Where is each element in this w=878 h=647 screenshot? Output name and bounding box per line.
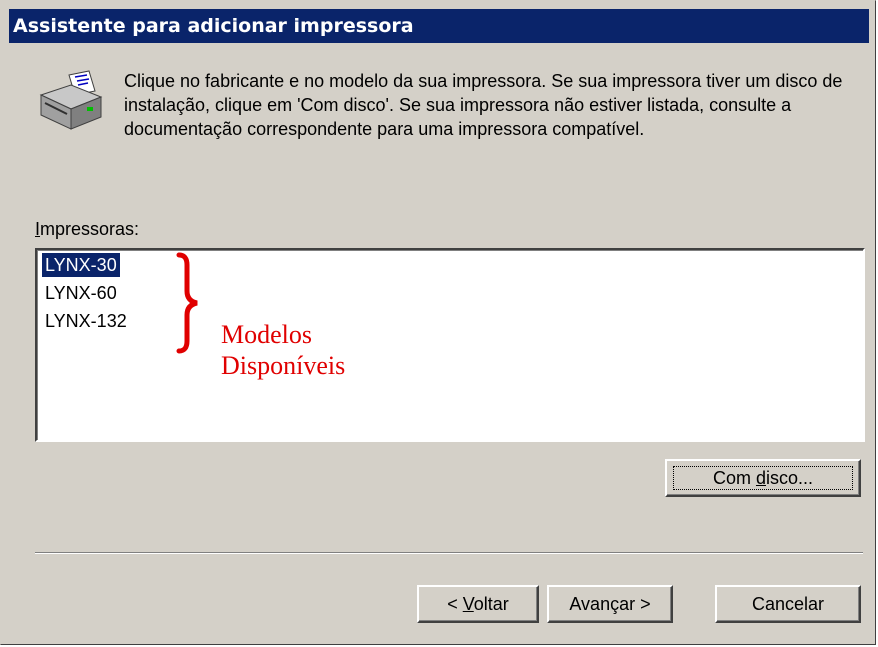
printer-icon — [31, 69, 107, 137]
back-button[interactable]: < Voltar — [417, 585, 539, 623]
next-label: Avançar > — [569, 594, 651, 614]
annotation-line-1: Modelos — [221, 320, 312, 349]
red-brace-annotation — [173, 251, 203, 355]
title-bar[interactable]: Assistente para adicionar impressora — [9, 9, 869, 43]
annotation-text: Modelos Disponíveis — [221, 319, 345, 381]
cancel-button[interactable]: Cancelar — [715, 585, 861, 623]
list-item-lynx-132[interactable]: LYNX-132 — [42, 309, 130, 333]
printers-label: Impressoras: — [35, 219, 139, 240]
annotation-line-2: Disponíveis — [221, 351, 346, 380]
list-item-lynx-30[interactable]: LYNX-30 — [42, 253, 120, 277]
next-button[interactable]: Avançar > — [547, 585, 673, 623]
printers-label-rest: mpressoras: — [40, 219, 140, 239]
printers-listbox[interactable]: LYNX-30 LYNX-60 LYNX-132 — [35, 248, 865, 442]
have-disk-button[interactable]: Com disco... — [665, 459, 861, 497]
window-title: Assistente para adicionar impressora — [13, 15, 414, 37]
intro-text: Clique no fabricante e no modelo da sua … — [124, 71, 843, 139]
add-printer-wizard-window: Assistente para adicionar impressora Cli… — [0, 0, 876, 645]
list-item-lynx-60[interactable]: LYNX-60 — [42, 281, 120, 305]
separator-line — [35, 552, 863, 554]
have-disk-label: Com disco... — [712, 468, 814, 488]
back-label: < Voltar — [447, 594, 509, 614]
cancel-label: Cancelar — [751, 594, 825, 614]
